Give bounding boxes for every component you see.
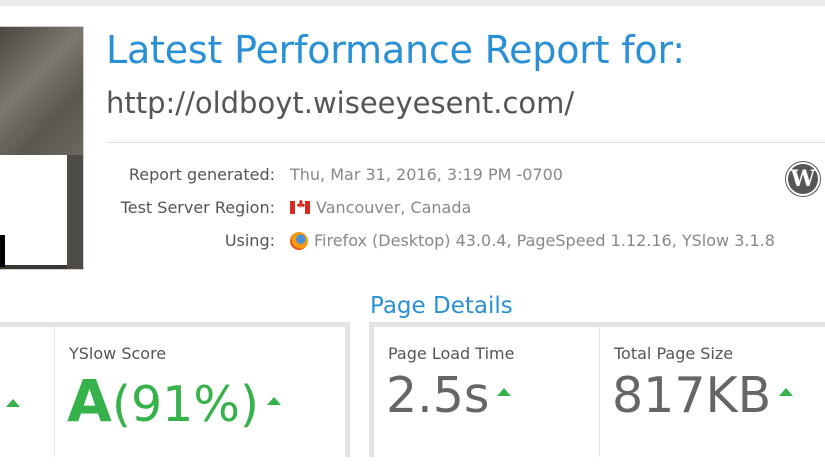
yslow-grade: A (67, 367, 112, 435)
page-details-panel: Page Load Time 2.5s Total Page Size 817K… (369, 322, 825, 457)
total-page-size-label: Total Page Size (614, 344, 734, 363)
using-value: Firefox (Desktop) 43.0.4, PageSpeed 1.12… (290, 231, 775, 250)
yslow-score-value: A (91%) (67, 367, 282, 435)
page-load-time-label: Page Load Time (388, 344, 515, 363)
top-strip (0, 0, 825, 6)
up-arrow-icon (6, 399, 20, 407)
thumbnail-shade (67, 155, 83, 269)
report-generated-text: Thu, Mar 31, 2016, 3:19 PM -0700 (290, 165, 563, 184)
firefox-icon (290, 231, 308, 250)
thumbnail-image (0, 27, 83, 155)
using-row: Using: Firefox (Desktop) 43.0.4, PageSpe… (100, 231, 800, 255)
page-load-time-cell: Page Load Time 2.5s (374, 327, 599, 457)
total-page-size-number: 817KB (612, 367, 772, 424)
thumbnail-block (0, 235, 5, 267)
page-details-heading: Page Details (370, 293, 513, 319)
thumbnail-panel (0, 155, 67, 265)
report-generated-row: Report generated: Thu, Mar 31, 2016, 3:1… (100, 165, 800, 189)
using-text: Firefox (Desktop) 43.0.4, PageSpeed 1.12… (314, 231, 775, 250)
report-url[interactable]: http://oldboyt.wiseeyesent.com/ (106, 86, 574, 120)
divider (106, 142, 825, 143)
region-label: Test Server Region: (120, 198, 275, 217)
yslow-score-label: YSlow Score (69, 344, 167, 363)
wordpress-icon[interactable]: W (786, 162, 820, 196)
canada-flag-icon (290, 198, 310, 214)
total-page-size-cell: Total Page Size 817KB (600, 327, 825, 457)
up-arrow-icon (779, 388, 794, 396)
report-generated-label: Report generated: (128, 165, 275, 184)
region-text: Vancouver, Canada (316, 198, 472, 217)
yslow-percent: (91%) (111, 376, 260, 433)
site-screenshot-thumbnail (0, 26, 84, 270)
score-cell-partial (0, 327, 55, 457)
up-arrow-icon (497, 388, 512, 396)
yslow-score-cell: YSlow Score A (91%) (55, 327, 345, 457)
up-arrow-icon (267, 397, 282, 405)
using-label: Using: (224, 231, 275, 250)
total-page-size-value: 817KB (612, 367, 794, 424)
scores-panel: YSlow Score A (91%) (0, 322, 350, 457)
region-value: Vancouver, Canada (290, 198, 471, 217)
page-load-time-value: 2.5s (386, 367, 512, 424)
page-title: Latest Performance Report for: (106, 28, 685, 72)
report-generated-value: Thu, Mar 31, 2016, 3:19 PM -0700 (290, 165, 563, 184)
region-row: Test Server Region: Vancouver, Canada (100, 198, 800, 222)
page-load-time-number: 2.5s (386, 367, 490, 424)
